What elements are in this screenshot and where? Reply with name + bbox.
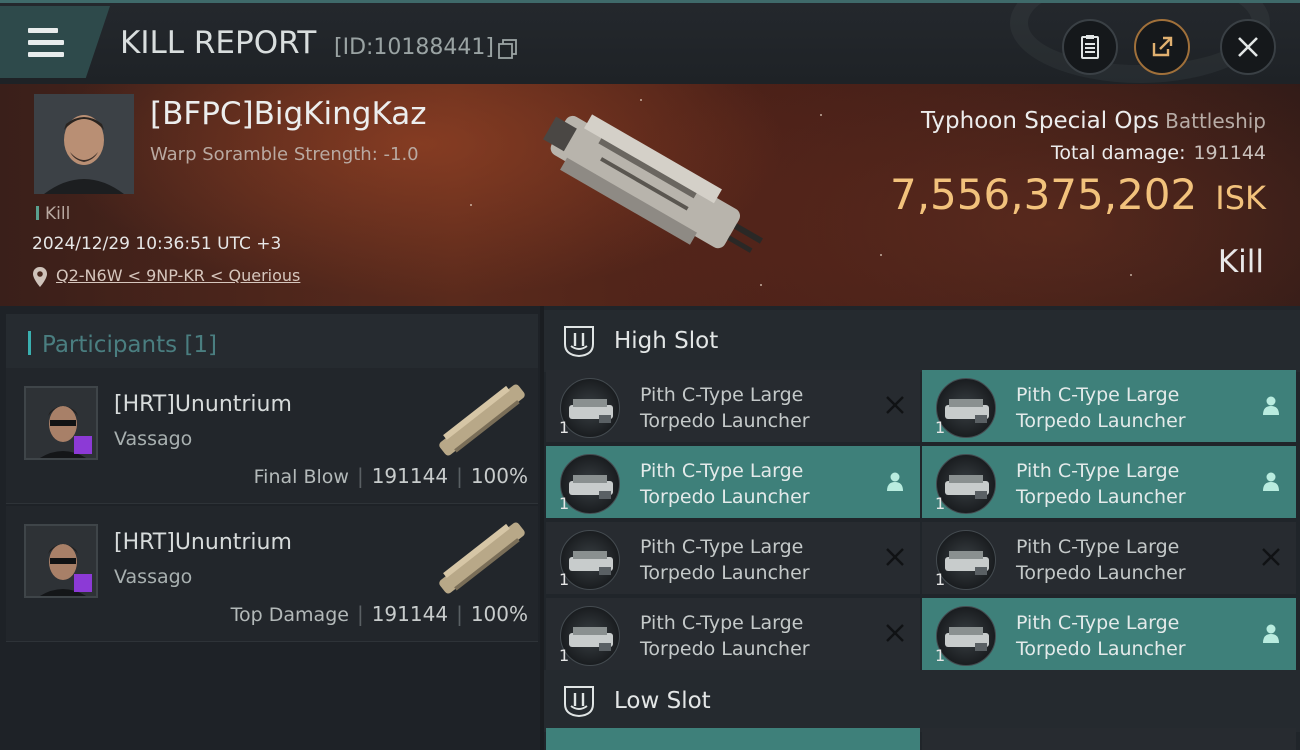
module-quantity: 1 <box>935 570 946 589</box>
result-label: Kill <box>1217 244 1264 280</box>
low-slot-header: Low Slot <box>544 670 1300 732</box>
x-icon <box>884 622 906 644</box>
menu-button[interactable] <box>0 6 110 78</box>
module-quantity: 1 <box>559 570 570 589</box>
close-button[interactable] <box>1220 19 1276 75</box>
pilot-badge <box>74 436 92 454</box>
victim-ship-name: Typhoon Special Ops Battleship <box>920 108 1266 134</box>
participant-name: [HRT]Ununtrium <box>114 530 292 555</box>
module-quantity: 1 <box>935 646 946 665</box>
avatar[interactable] <box>24 524 98 598</box>
participants-panel: Participants [1] [HRT]Ununtrium Vassago … <box>0 306 540 750</box>
x-icon <box>884 394 906 416</box>
module-name: Pith C-Type Large Torpedo Launcher <box>640 460 810 508</box>
slot-icon <box>564 686 594 718</box>
kill-location[interactable]: Q2-N6W < 9NP-KR < Querious <box>32 266 300 287</box>
victim-subtitle: Warp Soramble Strength: -1.0 <box>150 144 419 165</box>
participant-name: [HRT]Ununtrium <box>114 392 292 417</box>
person-icon <box>1260 470 1282 492</box>
high-slot-module[interactable]: 1 Pith C-Type Large Torpedo Launcher <box>546 522 920 594</box>
high-slot-module[interactable]: 1 Pith C-Type Large Torpedo Launcher <box>922 598 1296 670</box>
report-id: [ID:10188441] <box>334 35 494 60</box>
module-name: Pith C-Type Large Torpedo Launcher <box>1016 536 1186 584</box>
location-link[interactable]: Q2-N6W < 9NP-KR < Querious <box>56 266 300 285</box>
pilot-badge <box>74 574 92 592</box>
high-slot-module[interactable]: 1 Pith C-Type Large Torpedo Launcher <box>922 522 1296 594</box>
kill-datetime: 2024/12/29 10:36:51 UTC +3 <box>32 234 282 254</box>
clipboard-button[interactable] <box>1062 19 1118 75</box>
module-name: Pith C-Type Large Torpedo Launcher <box>640 612 810 660</box>
participant-ship-image <box>439 522 525 594</box>
participant-row[interactable]: [HRT]Ununtrium Vassago Final Blow | 191144… <box>6 368 538 504</box>
title-bar: KILL REPORT [ID:10188441] <box>0 0 1300 84</box>
share-icon <box>1152 36 1173 57</box>
slot-icon <box>564 326 594 358</box>
low-slot-module[interactable] <box>546 728 920 750</box>
hamburger-menu-icon <box>28 28 64 64</box>
kill-tag: Kill <box>36 204 70 224</box>
fitting-panel: High Slot 1 Pith C-Type Large Torpedo Lau… <box>544 306 1300 750</box>
copy-icon[interactable] <box>498 39 518 59</box>
victim-name[interactable]: [BFPC]BigKingKaz <box>150 96 427 132</box>
participant-ship-image <box>439 384 525 456</box>
participants-header[interactable]: Participants [1] <box>6 314 538 370</box>
person-icon <box>1260 622 1282 644</box>
high-slot-module[interactable]: 1 Pith C-Type Large Torpedo Launcher <box>546 446 920 518</box>
module-name: Pith C-Type Large Torpedo Launcher <box>1016 612 1186 660</box>
location-pin-icon <box>33 267 47 287</box>
page-title: KILL REPORT <box>120 25 317 61</box>
x-icon <box>884 546 906 568</box>
clipboard-icon <box>1081 35 1099 59</box>
x-icon <box>1260 546 1282 568</box>
isk-value: 7,556,375,202 ISK <box>889 170 1266 219</box>
module-quantity: 1 <box>935 494 946 513</box>
high-slot-header: High Slot <box>544 310 1300 372</box>
share-button[interactable] <box>1134 19 1190 75</box>
module-quantity: 1 <box>559 646 570 665</box>
module-quantity: 1 <box>559 418 570 437</box>
participant-row[interactable]: [HRT]Ununtrium Vassago Top Damage | 191144… <box>6 506 538 642</box>
module-name: Pith C-Type Large Torpedo Launcher <box>1016 460 1186 508</box>
module-name: Pith C-Type Large Torpedo Launcher <box>1016 384 1186 432</box>
victim-panel: [BFPC]BigKingKaz Warp Soramble Strength:… <box>0 84 1300 306</box>
module-name: Pith C-Type Large Torpedo Launcher <box>640 384 810 432</box>
participant-stats: Final Blow | 191144 | 100% <box>253 464 528 488</box>
low-slot-module[interactable] <box>922 728 1296 750</box>
total-damage: Total damage: 191144 <box>1051 142 1266 164</box>
avatar[interactable] <box>24 386 98 460</box>
module-quantity: 1 <box>935 418 946 437</box>
module-name: Pith C-Type Large Torpedo Launcher <box>640 536 810 584</box>
victim-ship-image[interactable] <box>520 104 780 284</box>
high-slot-module[interactable]: 1 Pith C-Type Large Torpedo Launcher <box>546 370 920 442</box>
participant-stats: Top Damage | 191144 | 100% <box>230 602 528 626</box>
close-icon <box>1238 37 1258 57</box>
participant-ship: Vassago <box>114 566 193 588</box>
person-icon <box>884 470 906 492</box>
high-slot-module[interactable]: 1 Pith C-Type Large Torpedo Launcher <box>922 446 1296 518</box>
high-slot-module[interactable]: 1 Pith C-Type Large Torpedo Launcher <box>546 598 920 670</box>
high-slot-module[interactable]: 1 Pith C-Type Large Torpedo Launcher <box>922 370 1296 442</box>
participant-ship: Vassago <box>114 428 193 450</box>
victim-portrait[interactable] <box>34 94 134 194</box>
person-icon <box>1260 394 1282 416</box>
module-quantity: 1 <box>559 494 570 513</box>
